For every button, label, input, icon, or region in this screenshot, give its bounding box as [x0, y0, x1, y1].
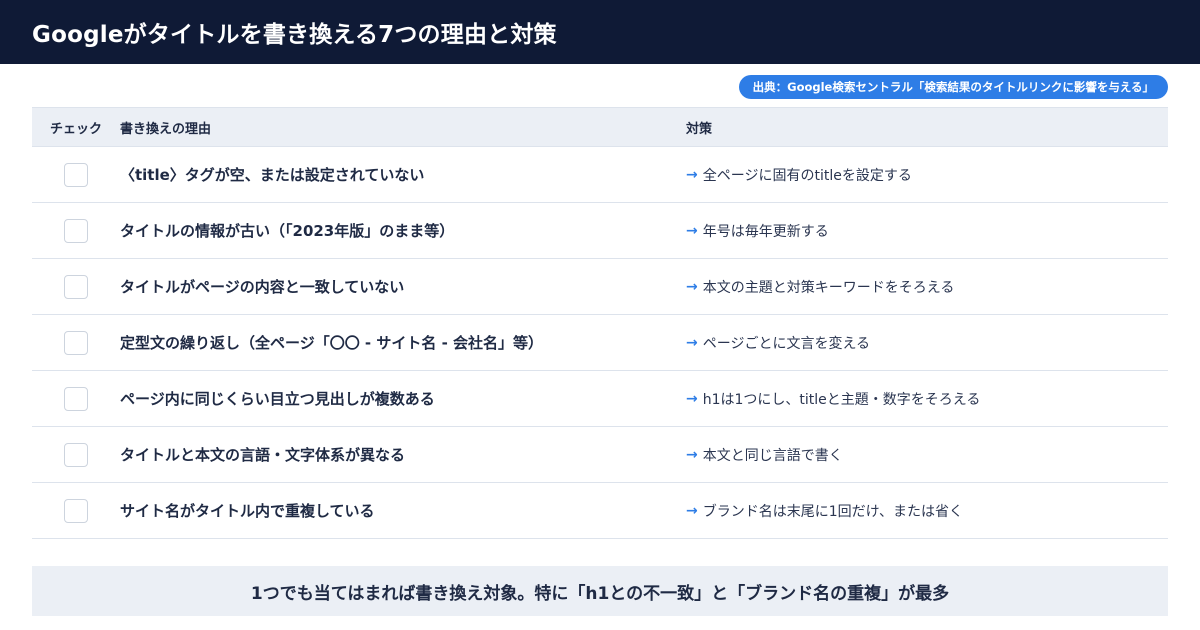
solution-text: ブランド名は末尾に1回だけ、または省く — [702, 503, 963, 520]
row-checkbox[interactable] — [64, 498, 88, 523]
row-checkbox[interactable] — [64, 162, 88, 187]
solution-cell: → 本文の主題と対策キーワードをそろえる — [686, 277, 1168, 297]
table-row: サイト名がタイトル内で重複している → ブランド名は末尾に1回だけ、または省く — [32, 483, 1168, 539]
reason-cell: ページ内に同じくらい目立つ見出しが複数ある — [120, 390, 435, 408]
solution-cell: → h1は1つにし、titleと主題・数字をそろえる — [686, 389, 1168, 409]
solution-text: 本文と同じ言語で書く — [702, 447, 843, 464]
table-row: 〈title〉タグが空、または設定されていない → 全ページに固有のtitleを設… — [32, 147, 1168, 203]
row-checkbox[interactable] — [64, 386, 88, 411]
solution-text: 年号は毎年更新する — [702, 223, 829, 240]
reason-cell: タイトルの情報が古い（「2023年版」のまま等） — [120, 222, 455, 240]
arrow-right-icon: → — [686, 222, 698, 239]
column-header-reason: 書き換えの理由 — [120, 121, 212, 137]
column-header-solution: 対策 — [686, 121, 713, 137]
table-row: ページ内に同じくらい目立つ見出しが複数ある → h1は1つにし、titleと主題・… — [32, 371, 1168, 427]
solution-cell: → ページごとに文言を変える — [686, 333, 1168, 353]
reason-cell: サイト名がタイトル内で重複している — [120, 502, 375, 520]
row-checkbox[interactable] — [64, 274, 88, 299]
arrow-right-icon: → — [686, 502, 698, 519]
reason-cell: タイトルがページの内容と一致していない — [120, 278, 405, 296]
solution-text: h1は1つにし、titleと主題・数字をそろえる — [702, 391, 981, 408]
page-title: Googleがタイトルを書き換える7つの理由と対策 — [32, 22, 557, 48]
reason-cell: 定型文の繰り返し（全ページ「〇〇 - サイト名 - 会社名」等） — [120, 334, 544, 352]
page-header: Googleがタイトルを書き換える7つの理由と対策 — [0, 0, 1200, 64]
arrow-right-icon: → — [686, 278, 698, 295]
solution-cell: → 全ページに固有のtitleを設定する — [686, 165, 1168, 185]
row-checkbox[interactable] — [64, 330, 88, 355]
table-row: タイトルと本文の言語・文字体系が異なる → 本文と同じ言語で書く — [32, 427, 1168, 483]
arrow-right-icon: → — [686, 166, 698, 183]
summary-box: 1つでも当てはまれば書き換え対象。特に「h1との不一致」と「ブランド名の重複」が… — [32, 566, 1168, 616]
table-row: タイトルがページの内容と一致していない → 本文の主題と対策キーワードをそろえる — [32, 259, 1168, 315]
solution-text: ページごとに文言を変える — [702, 335, 871, 352]
solution-cell: → ブランド名は末尾に1回だけ、または省く — [686, 501, 1168, 521]
table-row: 定型文の繰り返し（全ページ「〇〇 - サイト名 - 会社名」等） → ページごとに… — [32, 315, 1168, 371]
checklist-table: チェック 書き換えの理由 対策 〈title〉タグが空、または設定されていない … — [32, 107, 1168, 539]
solution-text: 全ページに固有のtitleを設定する — [702, 167, 912, 184]
table-row: タイトルの情報が古い（「2023年版」のまま等） → 年号は毎年更新する — [32, 203, 1168, 259]
row-checkbox[interactable] — [64, 442, 88, 467]
solution-text: 本文の主題と対策キーワードをそろえる — [702, 279, 955, 296]
solution-cell: → 本文と同じ言語で書く — [686, 445, 1168, 465]
summary-text: 1つでも当てはまれば書き換え対象。特に「h1との不一致」と「ブランド名の重複」が… — [250, 583, 950, 604]
arrow-right-icon: → — [686, 334, 698, 351]
arrow-right-icon: → — [686, 446, 698, 463]
reason-cell: 〈title〉タグが空、または設定されていない — [120, 166, 425, 184]
row-checkbox[interactable] — [64, 218, 88, 243]
column-header-check: チェック — [49, 121, 102, 137]
table-header: チェック 書き換えの理由 対策 — [32, 107, 1168, 147]
arrow-right-icon: → — [686, 390, 698, 407]
source-badge: 出典：Google検索セントラル「検索結果のタイトルリンクに影響を与える」 — [738, 75, 1168, 99]
solution-cell: → 年号は毎年更新する — [686, 221, 1168, 241]
reason-cell: タイトルと本文の言語・文字体系が異なる — [120, 446, 406, 464]
